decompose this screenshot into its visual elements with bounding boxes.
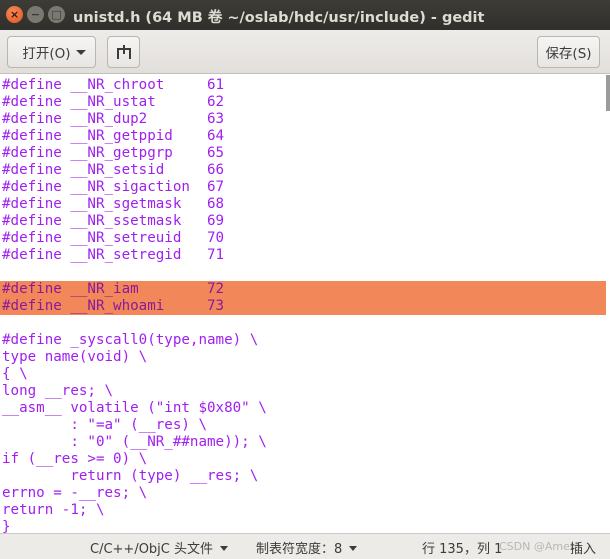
text-editor[interactable]: #define __NR_chroot 61 #define __NR_ustat…	[0, 75, 610, 533]
code-line[interactable]: #define __NR_dup2 63	[0, 111, 606, 128]
code-line[interactable]: #define _syscall0(type,name) \	[0, 332, 606, 349]
open-button-label: 打开(O)	[22, 46, 71, 62]
code-line[interactable]: #define __NR_setsid 66	[0, 162, 606, 179]
code-line[interactable]: #define __NR_sigaction 67	[0, 179, 606, 196]
code-line[interactable]: #define __NR_whoami 73	[0, 298, 606, 315]
code-line[interactable]: type name(void) \	[0, 349, 606, 366]
code-line[interactable]: #define __NR_setreuid 70	[0, 230, 606, 247]
code-line[interactable]: #define __NR_sgetmask 68	[0, 196, 606, 213]
code-line[interactable]: : "0" (__NR_##name)); \	[0, 434, 606, 451]
save-button-label: 保存(S)	[545, 46, 592, 62]
cursor-position: 行 135，列 1	[422, 538, 502, 557]
code-line[interactable]: errno = -__res; \	[0, 485, 606, 502]
watermark: CSDN @Ameto	[499, 540, 581, 553]
code-line[interactable]: if (__res >= 0) \	[0, 451, 606, 468]
code-line[interactable]: return -1; \	[0, 502, 606, 519]
save-button[interactable]: 保存(S)	[537, 36, 600, 68]
code-line[interactable]	[0, 264, 606, 281]
insert-mode-indicator: 插入	[570, 538, 596, 557]
close-window-button[interactable]: ×	[6, 6, 23, 23]
new-tab-icon	[116, 45, 131, 59]
status-bar: C/C++/ObjC 头文件 制表符宽度：8 行 135，列 1 CSDN @A…	[0, 533, 610, 559]
vertical-scrollbar[interactable]	[606, 75, 610, 533]
language-label: C/C++/ObjC 头文件	[90, 542, 214, 557]
code-line[interactable]: #define __NR_getpgrp 65	[0, 145, 606, 162]
title-bar: × − □ unistd.h (64 MB 卷 ~/oslab/hdc/usr/…	[0, 0, 610, 30]
tab-width-label: 制表符宽度：8	[256, 542, 343, 557]
chevron-down-icon	[220, 546, 229, 551]
code-line[interactable]: __asm__ volatile ("int $0x80" \	[0, 400, 606, 417]
code-line[interactable]: return (type) __res; \	[0, 468, 606, 485]
minimize-window-button[interactable]: −	[27, 6, 44, 23]
code-line[interactable]: #define __NR_chroot 61	[0, 77, 606, 94]
code-line[interactable]	[0, 315, 606, 332]
new-tab-button[interactable]	[107, 36, 140, 68]
code-line[interactable]: : "=a" (__res) \	[0, 417, 606, 434]
window-title: unistd.h (64 MB 卷 ~/oslab/hdc/usr/includ…	[73, 10, 485, 26]
maximize-window-button[interactable]: □	[48, 6, 65, 23]
code-line[interactable]: long __res; \	[0, 383, 606, 400]
code-line[interactable]: { \	[0, 366, 606, 383]
chevron-down-icon	[76, 50, 86, 55]
code-line[interactable]: #define __NR_ustat 62	[0, 94, 606, 111]
cursor-position-label: 行 135，列 1	[422, 542, 503, 557]
code-line[interactable]: #define __NR_ssetmask 69	[0, 213, 606, 230]
chevron-down-icon	[349, 546, 358, 551]
code-line[interactable]: #define __NR_getppid 64	[0, 128, 606, 145]
insert-mode-label: 插入	[570, 542, 597, 557]
scrollbar-thumb[interactable]	[606, 75, 610, 111]
code-line[interactable]: #define __NR_iam 72	[0, 281, 606, 298]
header-bar: 打开(O) 保存(S)	[0, 30, 610, 74]
code-line[interactable]: #define __NR_setregid 71	[0, 247, 606, 264]
language-selector[interactable]: C/C++/ObjC 头文件	[90, 538, 229, 557]
tab-width-selector[interactable]: 制表符宽度：8	[256, 538, 358, 557]
code-line[interactable]: }	[0, 519, 606, 533]
open-button[interactable]: 打开(O)	[7, 36, 96, 68]
